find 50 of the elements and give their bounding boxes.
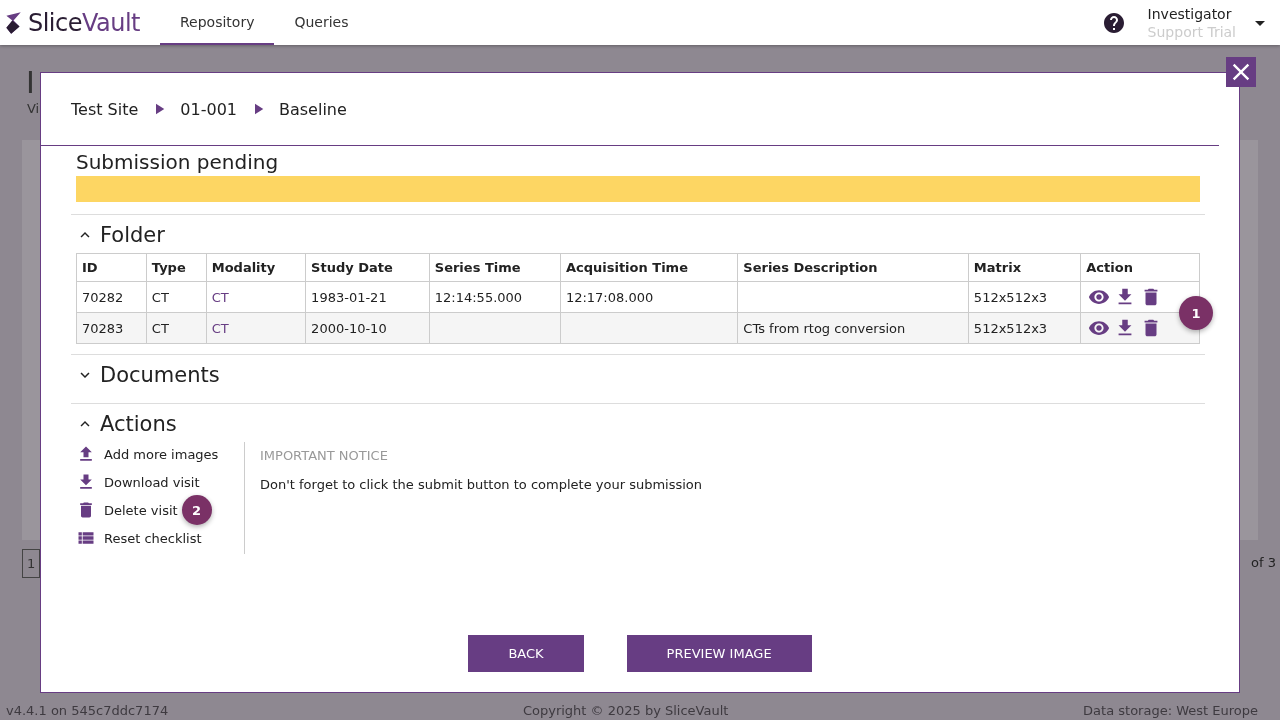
action-link[interactable]: Delete visit [76, 498, 178, 522]
table-cell: CTs from rtog conversion [737, 312, 969, 344]
column-header: Modality [206, 253, 306, 282]
status-title: Submission pending [75, 149, 280, 176]
breadcrumb-item[interactable]: 01-001 [180, 99, 237, 119]
table-cell: 12:17:08.000 [560, 281, 738, 313]
table-cell: 70282 [76, 281, 147, 313]
table-cell: 12:14:55.000 [429, 281, 561, 313]
notice-text: Don't forget to click the submit button to complete your submission [260, 477, 703, 492]
column-header: Series Time [429, 253, 561, 282]
breadcrumb-item[interactable]: Baseline [279, 99, 347, 119]
section-title: Actions [100, 412, 177, 436]
copyright-text: Copyright © 2025 by SliceVault [522, 703, 729, 719]
section-title: Folder [100, 223, 165, 247]
brand-name: SliceVault [27, 8, 140, 37]
preview-button[interactable]: PREVIEW IMAGE [626, 635, 812, 672]
user-name: Investigator [1147, 4, 1233, 23]
table-cell: 1983-01-21 [305, 281, 430, 313]
modality-link[interactable]: CT [206, 312, 306, 344]
table-cell: CT [146, 281, 207, 313]
column-header: Type [146, 253, 207, 282]
pager-page[interactable]: 1 [22, 549, 41, 578]
column-header: Matrix [968, 253, 1081, 282]
close-button[interactable] [1226, 57, 1256, 87]
section-title: Documents [100, 363, 220, 387]
column-header: Study Date [305, 253, 430, 282]
storage-text: Data storage: West Europe [1083, 703, 1258, 719]
notice-title: IMPORTANT NOTICE [260, 448, 389, 463]
help-icon[interactable] [1101, 10, 1126, 35]
version-text: v4.4.1 on 545c7ddc7174 [6, 703, 169, 719]
table-cell: 70283 [76, 312, 147, 344]
page-subtitle: Vi [27, 101, 40, 116]
column-header: ID [76, 253, 147, 282]
action-link[interactable]: Reset checklist [76, 526, 202, 550]
nav-tab[interactable]: Queries [274, 0, 369, 45]
column-header: Action [1080, 253, 1200, 282]
column-header: Acquisition Time [560, 253, 738, 282]
breadcrumb-item[interactable]: Test Site [71, 99, 139, 119]
action-link[interactable]: Add more images [76, 442, 219, 466]
action-link[interactable]: Download visit [76, 470, 200, 494]
column-header: Series Description [737, 253, 969, 282]
table-cell: 2000-10-10 [305, 312, 430, 344]
back-button[interactable]: BACK [468, 635, 584, 672]
table-cell: CT [146, 312, 207, 344]
table-cell: 512x512x3 [968, 281, 1081, 313]
pager-count: of 3 [1251, 555, 1276, 570]
table-cell: 512x512x3 [968, 312, 1081, 344]
page-title: I [26, 65, 35, 100]
step-marker: 2 [181, 495, 212, 525]
modality-link[interactable]: CT [206, 281, 306, 313]
